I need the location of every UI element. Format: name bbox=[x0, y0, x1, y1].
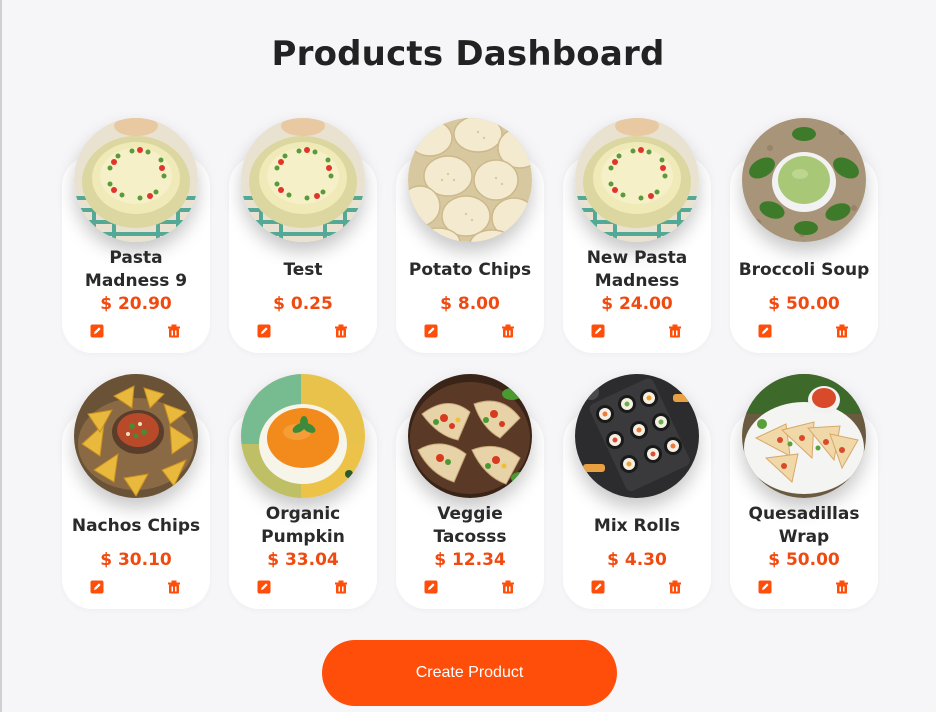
product-grid: Pasta Madness 9 $ 20.90 Test $ 0.25 Pota… bbox=[0, 0, 936, 712]
product-name: Potato Chips bbox=[408, 259, 532, 280]
edit-icon[interactable] bbox=[257, 324, 271, 338]
product-card: Quesadillas Wrap $ 50.00 bbox=[730, 374, 878, 609]
edit-icon[interactable] bbox=[591, 324, 605, 338]
create-product-button[interactable]: Create Product bbox=[322, 640, 617, 706]
product-price: $ 8.00 bbox=[440, 294, 500, 314]
product-price: $ 24.00 bbox=[601, 294, 673, 314]
trash-icon[interactable] bbox=[501, 324, 515, 338]
product-card: Test $ 0.25 bbox=[229, 118, 377, 353]
trash-icon[interactable] bbox=[167, 324, 181, 338]
edit-icon[interactable] bbox=[90, 580, 104, 594]
product-price: $ 50.00 bbox=[768, 550, 840, 570]
product-image-tacos bbox=[408, 374, 532, 498]
trash-icon[interactable] bbox=[501, 580, 515, 594]
product-image-chips bbox=[408, 118, 532, 242]
product-name: Quesadillas Wrap bbox=[748, 504, 860, 547]
product-name: Organic Pumpkin bbox=[261, 504, 345, 547]
product-price: $ 30.10 bbox=[100, 550, 172, 570]
product-price: $ 4.30 bbox=[607, 550, 667, 570]
trash-icon[interactable] bbox=[835, 324, 849, 338]
product-name: Test bbox=[283, 259, 323, 280]
product-image-pumpkin bbox=[241, 374, 365, 498]
product-card: Mix Rolls $ 4.30 bbox=[563, 374, 711, 609]
edit-icon[interactable] bbox=[591, 580, 605, 594]
product-card: Nachos Chips $ 30.10 bbox=[62, 374, 210, 609]
product-card: Pasta Madness 9 $ 20.90 bbox=[62, 118, 210, 353]
edit-icon[interactable] bbox=[758, 580, 772, 594]
product-card: Broccoli Soup $ 50.00 bbox=[730, 118, 878, 353]
product-price: $ 50.00 bbox=[768, 294, 840, 314]
product-price: $ 0.25 bbox=[273, 294, 333, 314]
trash-icon[interactable] bbox=[668, 324, 682, 338]
product-image-broccoli-soup bbox=[742, 118, 866, 242]
product-price: $ 33.04 bbox=[267, 550, 339, 570]
product-name: Broccoli Soup bbox=[738, 259, 870, 280]
product-image-nachos bbox=[74, 374, 198, 498]
product-card: Veggie Tacosss $ 12.34 bbox=[396, 374, 544, 609]
edit-icon[interactable] bbox=[424, 580, 438, 594]
trash-icon[interactable] bbox=[334, 324, 348, 338]
edit-icon[interactable] bbox=[758, 324, 772, 338]
product-card: New Pasta Madness $ 24.00 bbox=[563, 118, 711, 353]
product-price: $ 20.90 bbox=[100, 294, 172, 314]
product-image-pasta bbox=[575, 118, 699, 242]
product-name: Nachos Chips bbox=[71, 515, 201, 536]
product-image-quesadillas bbox=[742, 374, 866, 498]
product-card: Potato Chips $ 8.00 bbox=[396, 118, 544, 353]
product-name: New Pasta Madness bbox=[586, 248, 688, 291]
product-image-pasta bbox=[74, 118, 198, 242]
product-name: Pasta Madness 9 bbox=[84, 248, 188, 291]
edit-icon[interactable] bbox=[424, 324, 438, 338]
product-name: Veggie Tacosss bbox=[433, 504, 507, 547]
edit-icon[interactable] bbox=[257, 580, 271, 594]
trash-icon[interactable] bbox=[668, 580, 682, 594]
trash-icon[interactable] bbox=[167, 580, 181, 594]
product-price: $ 12.34 bbox=[434, 550, 506, 570]
product-image-sushi bbox=[575, 374, 699, 498]
trash-icon[interactable] bbox=[835, 580, 849, 594]
product-image-pasta bbox=[241, 118, 365, 242]
edit-icon[interactable] bbox=[90, 324, 104, 338]
product-card: Organic Pumpkin $ 33.04 bbox=[229, 374, 377, 609]
product-name: Mix Rolls bbox=[593, 515, 681, 536]
trash-icon[interactable] bbox=[334, 580, 348, 594]
